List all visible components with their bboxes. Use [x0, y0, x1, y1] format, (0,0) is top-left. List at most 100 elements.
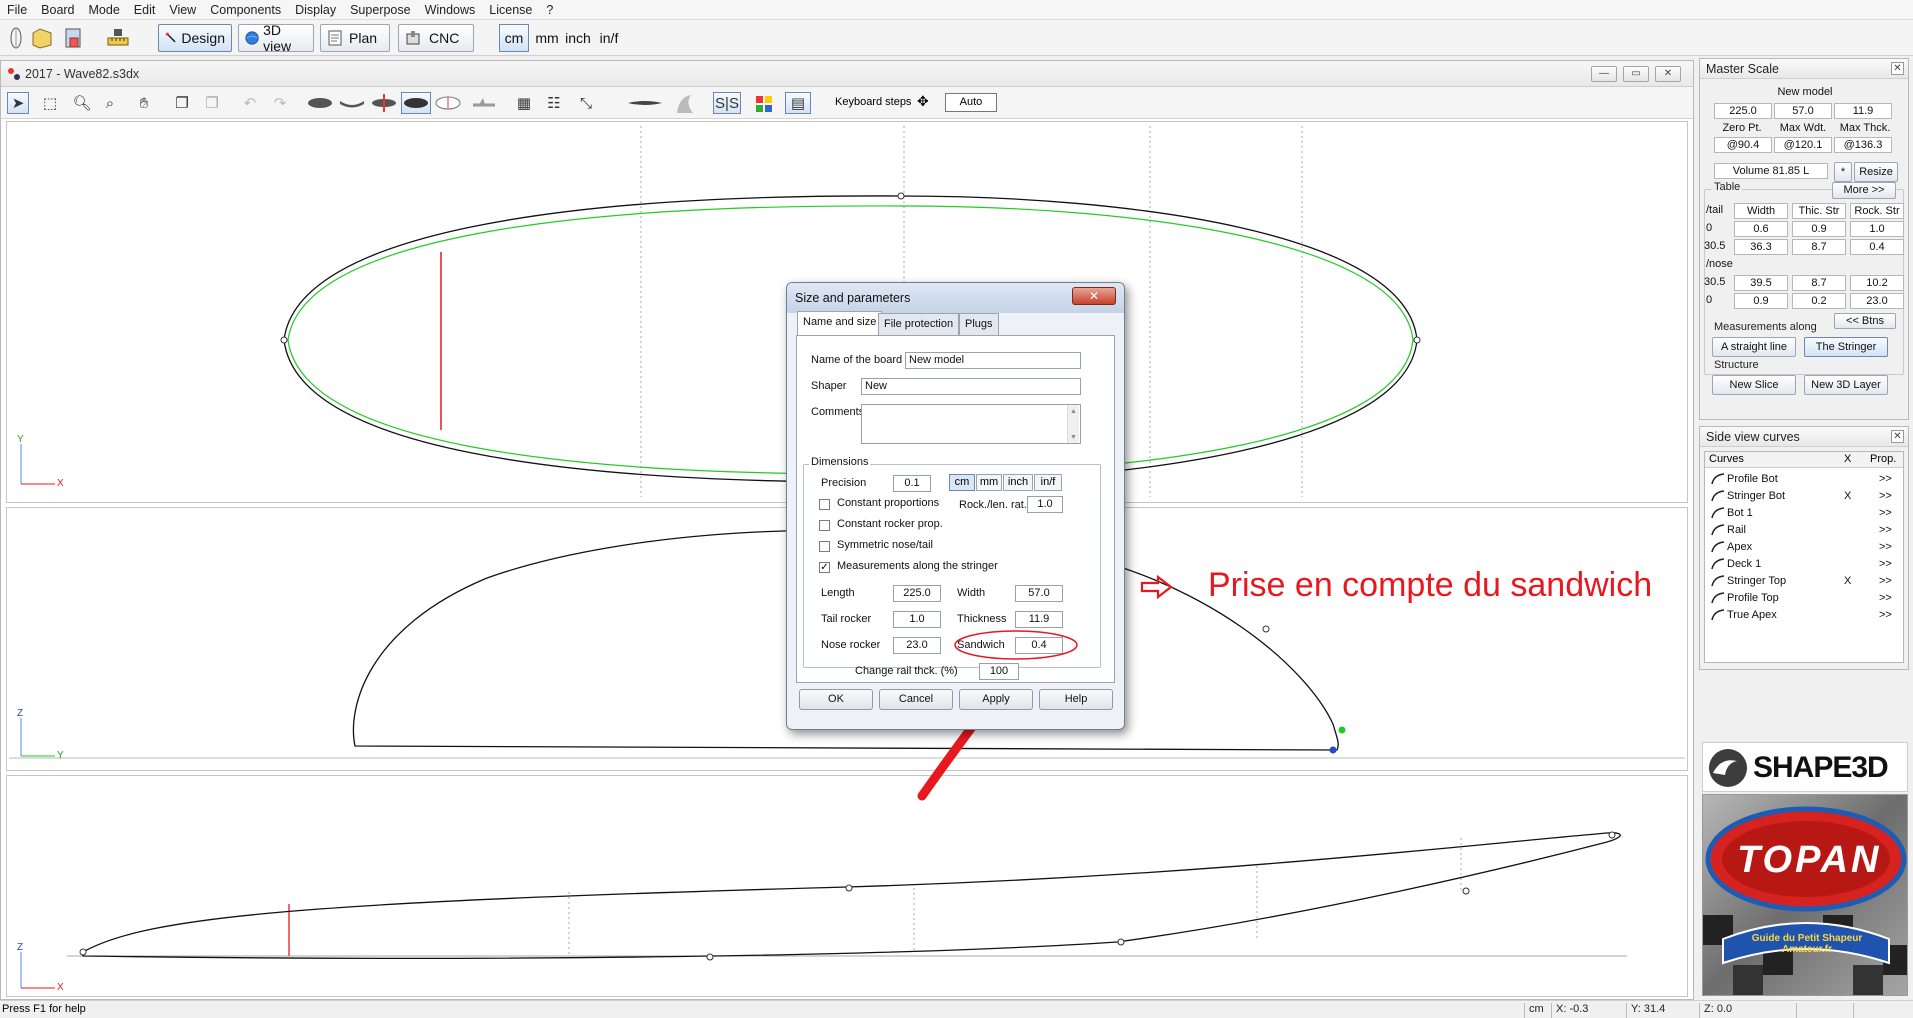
undo-icon[interactable]: ↶ [239, 92, 261, 114]
open-file-icon[interactable] [30, 26, 54, 50]
resize-button[interactable]: Resize [1854, 162, 1898, 182]
board-name-field[interactable]: New model [905, 352, 1081, 369]
width-field[interactable]: 57.0 [1015, 585, 1063, 602]
dialog-unit-mm-button[interactable]: mm [976, 474, 1002, 491]
curve-row[interactable]: Profile Top >> [1711, 589, 1901, 606]
curve-x-flag[interactable]: X [1844, 490, 1851, 502]
curve-row[interactable]: Stringer Bot X >> [1711, 487, 1901, 504]
board-side-icon[interactable] [627, 99, 663, 107]
tail-row-thic[interactable]: 8.7 [1792, 239, 1846, 255]
ok-button[interactable]: OK [799, 689, 873, 710]
tail-row-width[interactable]: 0.6 [1734, 221, 1788, 237]
nose-row-width[interactable]: 0.9 [1734, 293, 1788, 309]
maximize-icon[interactable]: ▭ [1623, 66, 1649, 82]
symmetric-checkbox[interactable] [819, 541, 830, 552]
menu-superpose[interactable]: Superpose [343, 3, 417, 17]
cancel-button[interactable]: Cancel [879, 689, 953, 710]
curve-prop-button[interactable]: >> [1879, 609, 1892, 621]
paste-icon[interactable]: ❐ [201, 92, 223, 114]
curve-prop-button[interactable]: >> [1879, 592, 1892, 604]
curve-prop-button[interactable]: >> [1879, 473, 1892, 485]
curve-prop-button[interactable]: >> [1879, 558, 1892, 570]
curve-row[interactable]: Deck 1 >> [1711, 555, 1901, 572]
menu-help[interactable]: ? [539, 3, 560, 17]
design-mode-button[interactable]: Design [158, 24, 232, 52]
dialog-unit-inch-button[interactable]: inch [1003, 474, 1033, 491]
board-outline-view-icon[interactable] [307, 97, 333, 109]
unit-cm-button[interactable]: cm [499, 24, 529, 52]
close-icon[interactable]: ✕ [1891, 62, 1904, 75]
menu-components[interactable]: Components [203, 3, 288, 17]
curve-prop-button[interactable]: >> [1879, 575, 1892, 587]
constant-proportions-checkbox[interactable] [819, 499, 830, 510]
cnc-button[interactable]: CNC [398, 24, 474, 52]
curve-row[interactable]: True Apex >> [1711, 606, 1901, 623]
keyboard-steps-auto-field[interactable]: Auto [945, 93, 997, 112]
curve-row[interactable]: Bot 1 >> [1711, 504, 1901, 521]
curve-row[interactable]: Stringer Top X >> [1711, 572, 1901, 589]
tail-row-rock[interactable]: 1.0 [1850, 221, 1904, 237]
buttons-toggle-button[interactable]: << Btns [1834, 313, 1896, 329]
curve-row[interactable]: Apex >> [1711, 538, 1901, 555]
close-icon[interactable]: ✕ [1072, 287, 1116, 305]
nose-row-rock[interactable]: 10.2 [1850, 275, 1904, 291]
tab-file-protection[interactable]: File protection [878, 313, 960, 335]
curve-prop-button[interactable]: >> [1879, 524, 1892, 536]
board-3d-view-icon[interactable] [401, 92, 431, 114]
thickness-field[interactable]: 11.9 [1015, 611, 1063, 628]
fins-icon[interactable] [471, 95, 497, 111]
curve-x-flag[interactable]: X [1844, 575, 1851, 587]
more-button[interactable]: More >> [1832, 182, 1896, 199]
menu-edit[interactable]: Edit [127, 3, 163, 17]
measure-icon[interactable]: ⤡ [575, 92, 597, 114]
length-field[interactable]: 225.0 [893, 585, 941, 602]
new-slice-button[interactable]: New Slice [1712, 375, 1796, 395]
constant-rocker-checkbox[interactable] [819, 520, 830, 531]
precision-field[interactable]: 0.1 [893, 475, 931, 492]
dialog-unit-inf-button[interactable]: in/f [1034, 474, 1062, 491]
measurements-stringer-checkbox[interactable]: ✓ [819, 562, 830, 573]
nose-row-thic[interactable]: 8.7 [1792, 275, 1846, 291]
apply-button[interactable]: Apply [959, 689, 1033, 710]
save-file-icon[interactable] [62, 26, 86, 50]
menu-license[interactable]: License [482, 3, 539, 17]
symmetry-icon[interactable]: S|S [713, 92, 741, 114]
new-3d-layer-button[interactable]: New 3D Layer [1804, 375, 1888, 395]
tail-row-thic[interactable]: 0.9 [1792, 221, 1846, 237]
comments-scrollbar[interactable]: ▲ ▼ [1067, 405, 1079, 443]
plan-button[interactable]: Plan [320, 24, 390, 52]
curve-prop-button[interactable]: >> [1879, 490, 1892, 502]
shaper-field[interactable]: New [861, 378, 1081, 395]
nose-row-width[interactable]: 39.5 [1734, 275, 1788, 291]
zoom-window-icon[interactable]: ⌕ [99, 92, 121, 114]
minimize-icon[interactable]: — [1591, 66, 1617, 82]
table-icon[interactable]: ☷ [543, 92, 565, 114]
tail-rocker-field[interactable]: 1.0 [893, 611, 941, 628]
tail-row-width[interactable]: 36.3 [1734, 239, 1788, 255]
help-button[interactable]: Help [1039, 689, 1113, 710]
dimensions-dialog-icon[interactable]: ▤ [785, 92, 811, 114]
curve-row[interactable]: Profile Bot >> [1711, 470, 1901, 487]
close-icon[interactable]: ✕ [1655, 66, 1681, 82]
rail-thickness-field[interactable]: 100 [979, 663, 1019, 680]
menu-file[interactable]: File [0, 3, 34, 17]
color-palette-icon[interactable] [755, 95, 773, 113]
curve-row[interactable]: Rail >> [1711, 521, 1901, 538]
nose-row-thic[interactable]: 0.2 [1792, 293, 1846, 309]
menu-mode[interactable]: Mode [82, 3, 127, 17]
zoom-icon[interactable]: 🔍︎ [71, 92, 93, 114]
3d-view-button[interactable]: 3D view [238, 22, 314, 54]
curve-prop-button[interactable]: >> [1879, 507, 1892, 519]
select-points-icon[interactable]: ⬚ [39, 92, 61, 114]
rock-len-ratio-field[interactable]: 1.0 [1027, 496, 1063, 513]
close-icon[interactable]: ✕ [1891, 430, 1904, 443]
unit-inch-button[interactable]: inch [564, 24, 592, 52]
board-grid-icon[interactable] [435, 95, 461, 111]
menu-windows[interactable]: Windows [418, 3, 483, 17]
ruler-icon[interactable] [106, 26, 130, 50]
comments-field[interactable]: ▲ ▼ [861, 404, 1081, 444]
menu-view[interactable]: View [162, 3, 203, 17]
menu-display[interactable]: Display [288, 3, 343, 17]
rocker-view-icon[interactable] [339, 97, 365, 109]
copy-icon[interactable]: ❐ [171, 92, 193, 114]
